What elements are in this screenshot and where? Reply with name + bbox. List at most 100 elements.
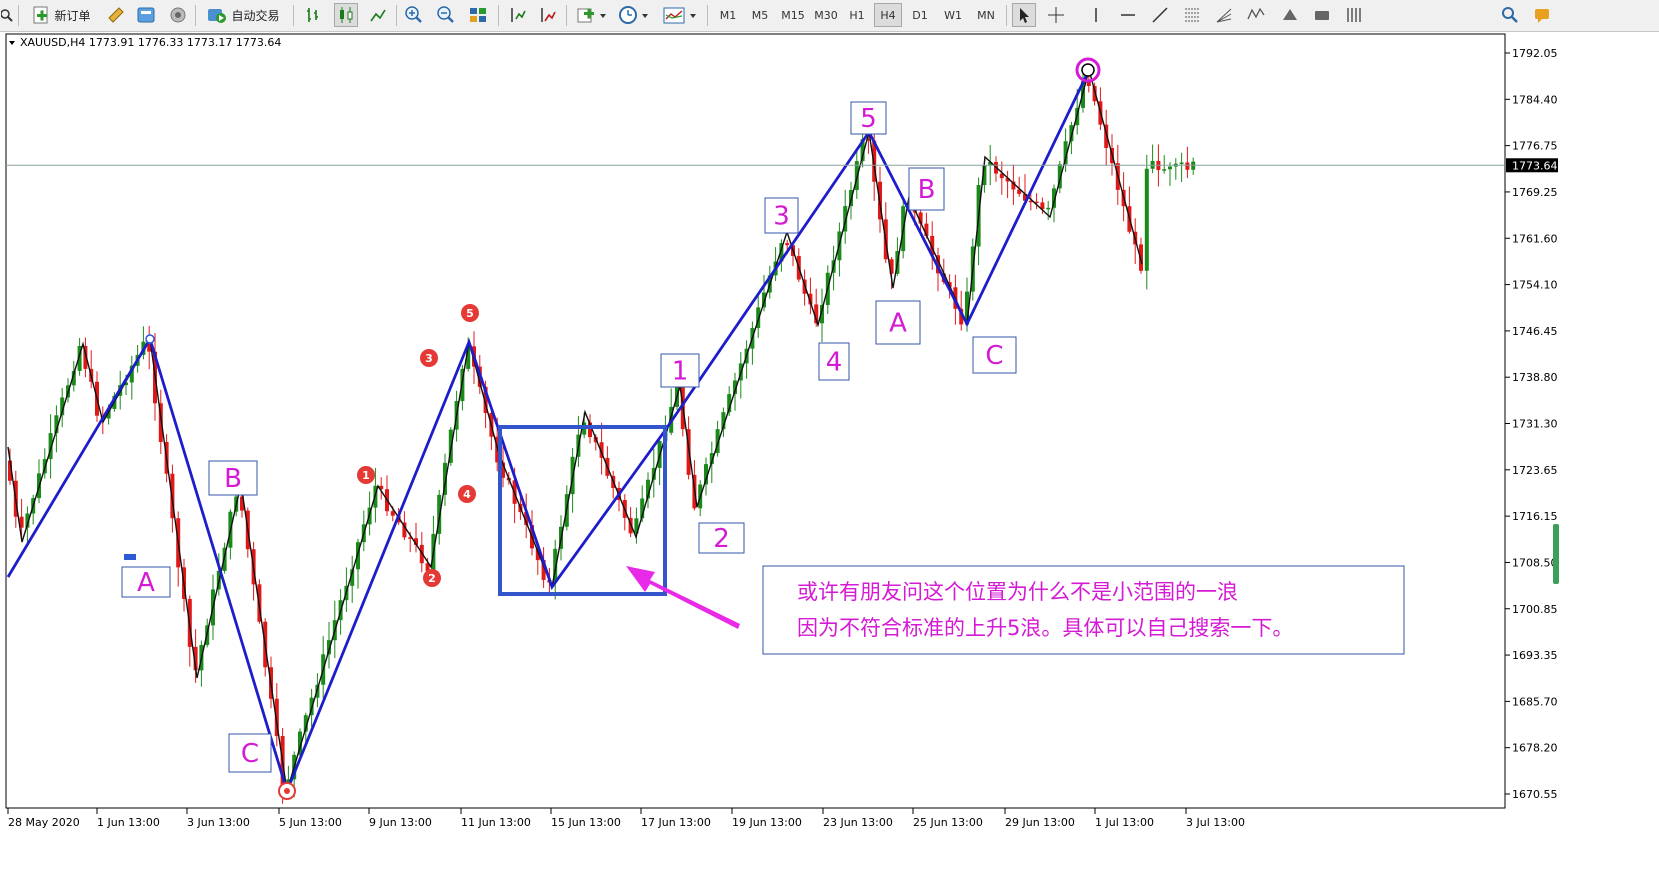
timeframe-mn[interactable]: MN [971,3,1001,27]
sub-wave-label-2: 2 [428,572,436,585]
period-separators-icon[interactable] [1342,3,1366,27]
horizontal-line-icon[interactable] [1116,3,1140,27]
fibonacci-icon[interactable] [1180,3,1204,27]
search-icon[interactable] [0,3,14,27]
price-tick-label: 1693.35 [1512,649,1558,662]
price-tick-label: 1738.80 [1512,371,1558,384]
wave-label-c-right: C [985,341,1003,371]
rectangle-shape-icon[interactable] [1310,3,1334,27]
tile-windows-icon[interactable] [466,3,490,27]
price-tick-label: 1769.25 [1512,186,1558,199]
market-watch-icon[interactable] [134,3,158,27]
auto-trading-icon [208,9,227,23]
elliott-wave-icon[interactable] [1244,3,1268,27]
chat-icon[interactable] [1530,3,1554,27]
periods-button[interactable] [616,3,652,27]
new-order-label: 新订单 [54,8,91,23]
auto-trading-button[interactable]: 自动交易 [199,3,287,27]
candlestick-chart-icon[interactable] [334,3,358,27]
wave-label-a-right: A [889,309,907,339]
signals-icon[interactable] [166,3,190,27]
date-tick-label: 11 Jun 13:00 [461,816,531,829]
price-tick-label: 1700.85 [1512,603,1558,616]
auto-scroll-icon[interactable] [536,3,560,27]
metaeditor-icon[interactable] [104,3,128,27]
fibonacci-fan-icon[interactable] [1212,3,1236,27]
zoom-in-icon[interactable] [402,3,426,27]
sub-wave-label-3: 3 [425,352,433,365]
price-tick-label: 1708.50 [1512,556,1558,569]
pivot-marker-high [145,334,155,344]
price-tick-label: 1731.30 [1512,418,1558,431]
candle-body [1144,168,1149,271]
candle-body [1046,207,1051,210]
wave-label-b-right: B [918,175,936,205]
price-tick-label: 1685.70 [1512,695,1558,708]
price-tick-label: 1761.60 [1512,232,1558,245]
candle-body [1168,166,1172,170]
timeframe-m5[interactable]: M5 [746,3,774,27]
wave-label-5: 5 [860,104,877,134]
date-tick-label: 17 Jun 13:00 [641,816,711,829]
date-tick-label: 29 Jun 13:00 [1005,816,1075,829]
trendline-icon[interactable] [1148,3,1172,27]
candle-body [785,243,790,246]
chart-shift-icon[interactable] [506,3,530,27]
indicators-button[interactable] [574,3,610,27]
line-chart-icon[interactable] [366,3,390,27]
price-tick-label: 1723.65 [1512,464,1558,477]
scrollbar-handle [1553,524,1559,584]
current-price-label: 1773.64 [1512,159,1558,172]
timeframe-h1[interactable]: H1 [844,3,870,27]
marker-square [124,554,136,560]
price-tick-label: 1776.75 [1512,140,1558,153]
main-toolbar: 新订单 自动交易 M1 M5 M15 M30 H1 H4 D1 W1 MN [0,0,1659,32]
timeframe-m1[interactable]: M1 [714,3,742,27]
pivot-marker-low-dot [284,788,290,794]
templates-button[interactable] [660,3,700,27]
sub-wave-label-5: 5 [466,307,474,320]
candle-body [1179,162,1184,165]
date-tick-label: 5 Jun 13:00 [279,816,342,829]
timeframe-d1[interactable]: D1 [906,3,934,27]
arrow-up-shape-icon[interactable] [1278,3,1302,27]
templates-icon [663,7,696,24]
wave-label-4: 4 [826,348,843,378]
timeframe-w1[interactable]: W1 [938,3,968,27]
timeframe-m30[interactable]: M30 [811,3,841,27]
date-tick-label: 1 Jun 13:00 [97,816,160,829]
wave-label-2: 2 [713,524,730,554]
candle-body [1162,169,1167,171]
timeframe-h4[interactable]: H4 [874,3,902,27]
search-icon[interactable] [1498,3,1522,27]
date-tick-label: 3 Jul 13:00 [1186,816,1245,829]
price-tick-label: 1746.45 [1512,325,1558,338]
annotation-line-2: 因为不符合标准的上升5浪。具体可以自己搜索一下。 [797,616,1293,640]
wave-label-a-left: A [137,568,155,598]
date-tick-label: 1 Jul 13:00 [1095,816,1154,829]
crosshair-icon[interactable] [1044,3,1068,27]
price-tick-label: 1716.15 [1512,510,1558,523]
cursor-icon[interactable] [1012,3,1036,27]
price-chart[interactable]: A B C 1 2 3 4 5 A B C 1 2 3 4 5 或许有朋友问这个位置为什么不是小范围的一浪因为不… [0,32,1659,887]
auto-trading-label: 自动交易 [231,8,280,23]
date-tick-label: 9 Jun 13:00 [369,816,432,829]
zoom-out-icon[interactable] [434,3,458,27]
date-tick-label: 15 Jun 13:00 [551,816,621,829]
chart-header: XAUUSD,H4 1773.91 1776.33 1773.17 1773.6… [20,36,281,49]
annotation-line-1: 或许有朋友问这个位置为什么不是小范围的一浪 [797,580,1238,604]
new-order-button[interactable]: 新订单 [24,3,98,27]
date-tick-label: 23 Jun 13:00 [823,816,893,829]
indicators-icon [577,8,606,23]
new-order-icon [33,6,48,24]
vertical-line-icon[interactable] [1084,3,1108,27]
bar-chart-icon[interactable] [302,3,326,27]
timeframe-m15[interactable]: M15 [778,3,808,27]
price-tick-label: 1670.55 [1512,788,1558,801]
wave-label-1: 1 [672,357,689,387]
wave-label-b-left: B [224,464,242,494]
candle-body [1185,162,1190,170]
price-tick-label: 1754.10 [1512,279,1558,292]
chart-window[interactable]: A B C 1 2 3 4 5 A B C 1 2 3 4 5 或许有朋友问这个位置为什么不是小范围的一浪 因为不… [0,32,1659,887]
price-tick-label: 1784.40 [1512,93,1558,106]
